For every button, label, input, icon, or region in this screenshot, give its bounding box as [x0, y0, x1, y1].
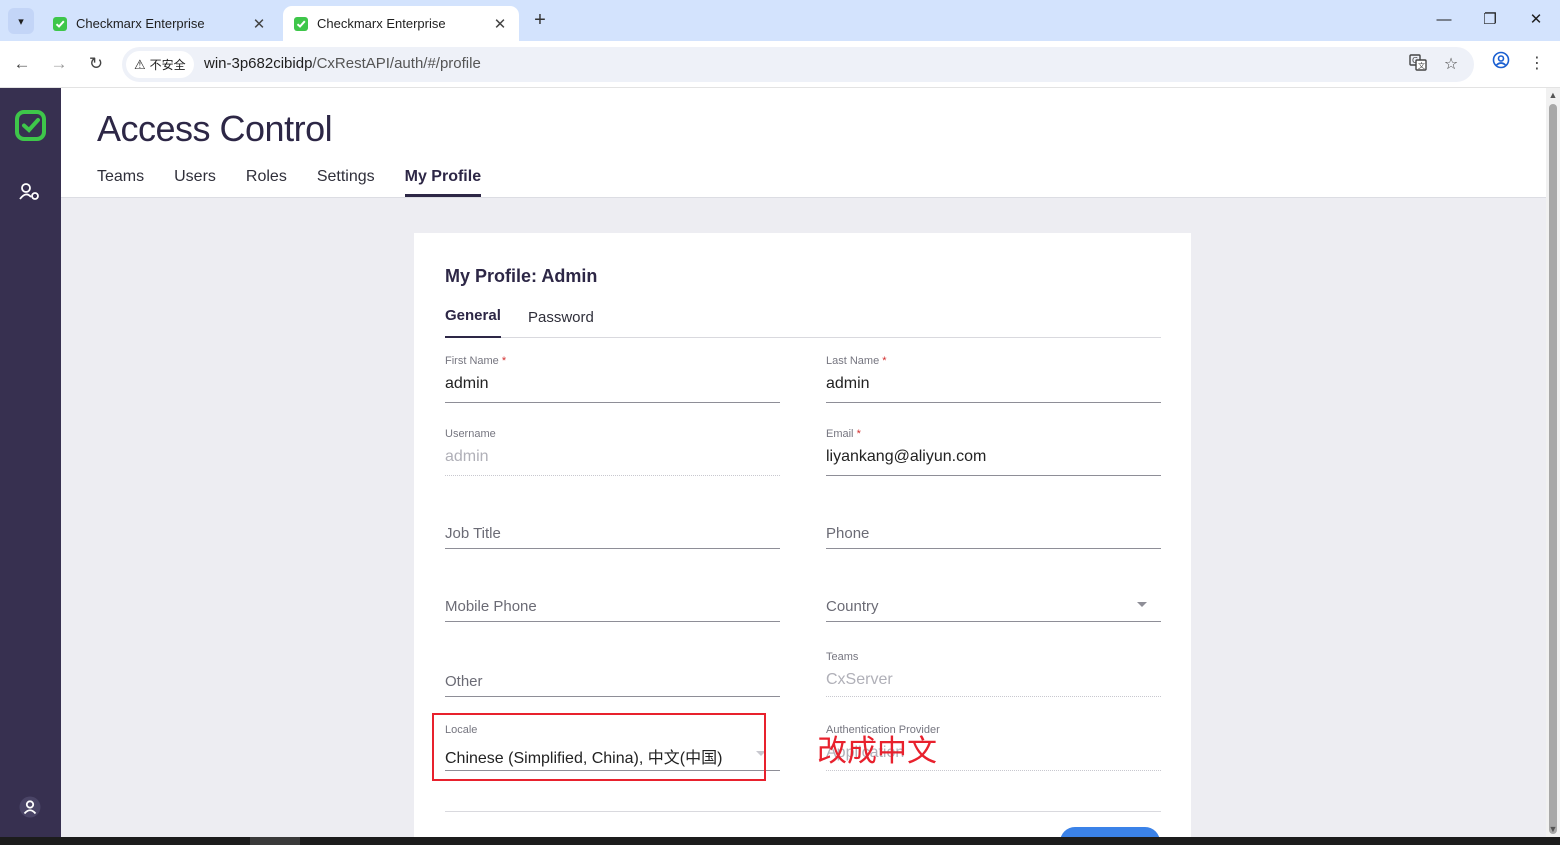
- checkmarx-logo-icon[interactable]: [15, 110, 46, 141]
- app-sidebar: [0, 88, 61, 837]
- country-select[interactable]: Country: [826, 562, 1161, 622]
- url-host: win-3p682cibidp: [204, 55, 313, 72]
- url-path: /CxRestAPI/auth/#/profile: [312, 55, 481, 72]
- close-tab-icon[interactable]: ✕: [491, 15, 509, 33]
- address-bar[interactable]: ⚠ 不安全 win-3p682cibidp/CxRestAPI/auth/#/p…: [122, 47, 1474, 82]
- reload-icon[interactable]: ↻: [83, 51, 109, 77]
- last-name-field[interactable]: Last Name * admin: [826, 355, 1161, 403]
- first-name-label: First Name *: [445, 355, 507, 367]
- close-tab-icon[interactable]: ✕: [250, 15, 268, 33]
- tab-teams[interactable]: Teams: [97, 168, 144, 197]
- username-label: Username: [445, 428, 496, 440]
- minimize-icon[interactable]: —: [1421, 8, 1467, 32]
- browser-tabstrip: ▾ Checkmarx Enterprise ✕ Checkmarx Enter…: [0, 0, 1560, 41]
- browser-tab-2[interactable]: Checkmarx Enterprise ✕: [283, 6, 519, 41]
- username-field: Username admin: [445, 428, 780, 476]
- other-placeholder: Other: [445, 673, 483, 690]
- teams-label: Teams: [826, 651, 859, 663]
- country-placeholder: Country: [826, 598, 879, 615]
- email-label: Email *: [826, 428, 861, 440]
- user-profile-icon[interactable]: [18, 795, 42, 819]
- os-taskbar: [0, 837, 1560, 845]
- teams-value: CxServer: [826, 671, 893, 688]
- last-name-value: admin: [826, 375, 870, 392]
- card-divider: [445, 811, 1161, 812]
- scroll-thumb[interactable]: [1549, 104, 1557, 834]
- warning-icon: ⚠: [134, 56, 146, 72]
- forward-icon[interactable]: →: [46, 51, 72, 77]
- tab-roles[interactable]: Roles: [246, 168, 287, 197]
- close-window-icon[interactable]: ✕: [1513, 8, 1559, 32]
- tab-password[interactable]: Password: [528, 309, 594, 340]
- account-icon[interactable]: [1488, 51, 1514, 77]
- scroll-down-icon[interactable]: ▼: [1548, 824, 1558, 834]
- taskbar-active-item[interactable]: [250, 837, 300, 845]
- restore-icon[interactable]: ❐: [1467, 8, 1513, 32]
- phone-placeholder: Phone: [826, 525, 870, 542]
- first-name-field[interactable]: First Name * admin: [445, 355, 780, 403]
- tab-my-profile[interactable]: My Profile: [404, 168, 482, 197]
- svg-text:文: 文: [1418, 61, 1425, 70]
- job-title-placeholder: Job Title: [445, 525, 501, 542]
- bookmark-star-icon[interactable]: ☆: [1439, 53, 1463, 77]
- main-tabs: Teams Users Roles Settings My Profile: [97, 168, 511, 197]
- tab-title: Checkmarx Enterprise: [76, 16, 205, 31]
- app-header: Access Control Teams Users Roles Setting…: [61, 88, 1546, 198]
- users-icon[interactable]: [18, 180, 42, 204]
- email-field[interactable]: Email * liyankang@aliyun.com: [826, 428, 1161, 476]
- tab-title: Checkmarx Enterprise: [317, 16, 446, 31]
- annotation-text: 改成中文: [817, 734, 937, 769]
- teams-field: Teams CxServer: [826, 651, 1161, 697]
- tab-settings[interactable]: Settings: [317, 168, 375, 197]
- page-scrollbar[interactable]: ▲ ▼: [1546, 88, 1560, 837]
- email-value: liyankang@aliyun.com: [826, 448, 987, 465]
- last-name-label: Last Name *: [826, 355, 887, 367]
- scroll-up-icon[interactable]: ▲: [1548, 90, 1558, 100]
- phone-field[interactable]: Phone: [826, 489, 1161, 549]
- profile-sub-tabs: General Password: [445, 305, 1161, 338]
- mobile-phone-field[interactable]: Mobile Phone: [445, 562, 780, 622]
- other-field[interactable]: Other: [445, 637, 780, 697]
- username-value: admin: [445, 448, 489, 465]
- checkmarx-favicon-icon: [53, 16, 67, 31]
- url-text[interactable]: win-3p682cibidp/CxRestAPI/auth/#/profile: [204, 55, 481, 72]
- checkmarx-favicon-icon: [294, 16, 308, 31]
- chevron-down-icon: [1137, 602, 1147, 607]
- translate-icon[interactable]: G文: [1406, 53, 1430, 77]
- new-tab-button[interactable]: +: [528, 8, 552, 32]
- tab-general[interactable]: General: [445, 307, 501, 338]
- security-chip[interactable]: ⚠ 不安全: [126, 51, 194, 78]
- mobile-phone-placeholder: Mobile Phone: [445, 598, 537, 615]
- security-label: 不安全: [149, 58, 186, 72]
- tab-users[interactable]: Users: [174, 168, 216, 197]
- browser-tab-1[interactable]: Checkmarx Enterprise ✕: [42, 6, 278, 41]
- browser-toolbar: ← → ↻ ⚠ 不安全 win-3p682cibidp/CxRestAPI/au…: [0, 41, 1560, 88]
- back-icon[interactable]: ←: [9, 51, 35, 77]
- profile-title: My Profile: Admin: [445, 266, 598, 286]
- page-title: Access Control: [97, 108, 333, 149]
- job-title-field[interactable]: Job Title: [445, 489, 780, 549]
- annotation-highlight-box: [432, 713, 766, 781]
- tab-search-chevron-icon[interactable]: ▾: [8, 8, 34, 34]
- browser-menu-icon[interactable]: ⋮: [1524, 51, 1550, 77]
- first-name-value: admin: [445, 375, 489, 392]
